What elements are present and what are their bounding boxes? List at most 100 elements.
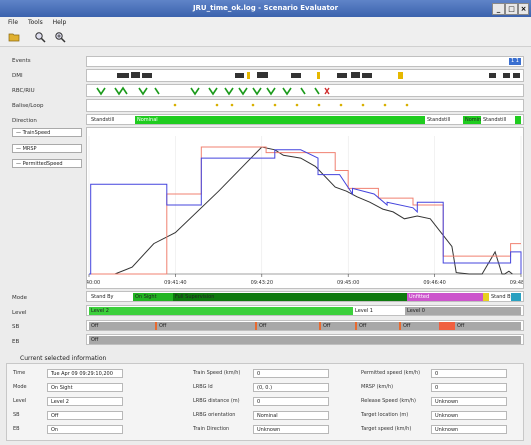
info-value-field[interactable]: Unknown — [431, 397, 507, 406]
close-button[interactable]: × — [518, 3, 529, 15]
info-label: SB — [13, 412, 20, 418]
row-label-level: Level — [12, 310, 27, 316]
series-mrsp — [89, 146, 521, 275]
rbc-event-icons — [96, 86, 330, 96]
direction-segment[interactable]: Nominal — [463, 116, 481, 124]
info-value-field[interactable]: Nominal — [253, 411, 329, 420]
mode-segment[interactable]: Stand By — [89, 293, 133, 301]
sb-segment[interactable]: Off — [255, 322, 315, 330]
info-label: LRBG orientation — [193, 412, 236, 418]
info-label: Release Speed (km/h) — [361, 398, 416, 404]
minimize-button[interactable]: _ — [492, 3, 505, 15]
balise-markers — [173, 103, 409, 107]
menu-bar: File Tools Help — [0, 17, 531, 28]
info-value-field[interactable]: On Sight — [47, 383, 123, 392]
sb-segment[interactable]: Off — [319, 322, 343, 330]
events-counter-button[interactable]: 1 1 — [509, 58, 521, 65]
speed-chart-panel: 09:40:00 09:41:40 09:43:20 09:45:00 09:46:40… — [78, 127, 531, 289]
row-label-sb: SB — [12, 324, 20, 330]
toolbar — [0, 28, 531, 47]
dmi-row — [86, 69, 524, 82]
direction-segment[interactable]: Standstill — [425, 116, 463, 124]
events-row: 1 1 — [86, 56, 524, 67]
sb-segment[interactable]: Off — [89, 322, 149, 330]
row-label-mode: Mode — [12, 295, 27, 301]
direction-segment-end[interactable] — [515, 116, 521, 124]
magnifier-icon[interactable] — [34, 31, 46, 43]
mode-segment-end[interactable] — [511, 293, 521, 301]
mode-segment[interactable]: Unfitted — [407, 293, 483, 301]
level-row: Level 2 Level 1 Level 0 — [86, 305, 524, 316]
mode-row: Stand By On Sight Full Supervision Unfit… — [86, 291, 524, 302]
direction-segment[interactable]: Nominal — [135, 116, 425, 124]
info-label: Permitted speed (km/h) — [361, 370, 421, 376]
info-label: Target location (m) — [361, 412, 409, 418]
info-value-field[interactable]: Tue Apr 09 09:29:10,200 — [47, 369, 123, 378]
info-label: Target speed (km/h) — [361, 426, 412, 432]
magnifier-plus-icon[interactable] — [54, 31, 66, 43]
mode-segment[interactable]: Stand By — [489, 293, 511, 301]
x-tick-label: 09:43:20 — [251, 280, 273, 286]
info-value-field[interactable]: 0 — [431, 369, 507, 378]
row-label-dmi: DMI — [12, 73, 23, 79]
menu-tools[interactable]: Tools — [28, 17, 43, 28]
info-title: Current selected information — [20, 355, 107, 362]
sb-segment[interactable]: Off — [155, 322, 215, 330]
info-value-field[interactable]: Unknown — [431, 425, 507, 434]
info-value-field[interactable]: On — [47, 425, 123, 434]
info-label: Time — [13, 370, 26, 376]
info-label: Train Speed (km/h) — [193, 370, 241, 376]
info-label: LRBG Id — [193, 384, 213, 390]
direction-row: Standstill Nominal Standstill Nominal St… — [86, 114, 524, 125]
window-title: JRU_time_ok.log - Scenario Evaluator — [192, 4, 339, 12]
sb-active-segment[interactable] — [439, 322, 455, 330]
x-tick-label: 09:48:20 — [510, 280, 523, 286]
sb-segment[interactable]: Off — [355, 322, 395, 330]
series-permittedspeed — [89, 149, 522, 275]
info-value-field[interactable]: Unknown — [431, 411, 507, 420]
balise-row — [86, 99, 524, 112]
x-tick-label: 09:41:40 — [164, 280, 186, 286]
series-trainspeed — [89, 146, 513, 275]
menu-file[interactable]: File — [8, 17, 18, 28]
level-segment[interactable]: Level 1 — [353, 307, 405, 315]
info-label: EB — [13, 426, 20, 432]
menu-help[interactable]: Help — [53, 17, 67, 28]
x-tick-label: 09:45:00 — [337, 280, 359, 286]
row-label-rbc: RBC/RIU — [12, 88, 35, 94]
sb-row: Off Off Off Off Off Off Off — [86, 320, 524, 331]
direction-segment[interactable]: Standstill — [481, 116, 515, 124]
info-label: Train Direction — [193, 426, 230, 432]
info-value-field[interactable]: 0 — [253, 369, 329, 378]
info-label: MRSP (km/h) — [361, 384, 394, 390]
info-value-field[interactable]: (0, 0.) — [253, 383, 329, 392]
legend-train-speed[interactable]: — TrainSpeed — [12, 128, 82, 137]
x-tick-label: 09:40:00 — [87, 280, 100, 286]
eb-row: Off — [86, 334, 524, 345]
sb-segment[interactable]: Off — [455, 322, 515, 330]
mode-segment[interactable]: Full Supervision — [173, 293, 407, 301]
info-panel: Time Tue Apr 09 09:29:10,200 Mode On Sight L… — [6, 363, 524, 441]
row-label-eb: EB — [12, 339, 20, 345]
mode-segment[interactable]: On Sight — [133, 293, 173, 301]
eb-segment[interactable]: Off — [89, 336, 521, 344]
speed-chart[interactable]: 09:40:00 09:41:40 09:43:20 09:45:00 09:46:40… — [78, 128, 531, 288]
x-tick-label: 09:46:40 — [423, 280, 445, 286]
sb-segment[interactable]: Off — [399, 322, 427, 330]
folder-open-icon[interactable] — [8, 31, 20, 43]
direction-segment[interactable]: Standstill — [89, 116, 135, 124]
legend-mrsp[interactable]: — MRSP — [12, 144, 82, 153]
level-segment[interactable]: Level 2 — [89, 307, 353, 315]
info-value-field[interactable]: Off — [47, 411, 123, 420]
info-value-field[interactable]: Unknown — [253, 425, 329, 434]
dmi-event-icons — [117, 72, 520, 79]
title-bar: JRU_time_ok.log - Scenario Evaluator _ □… — [0, 0, 531, 17]
info-value-field[interactable]: 0 — [253, 397, 329, 406]
level-segment[interactable]: Level 0 — [405, 307, 521, 315]
row-label-events: Events — [12, 58, 31, 64]
maximize-button[interactable]: □ — [505, 3, 518, 15]
info-label: Mode — [13, 384, 27, 390]
info-value-field[interactable]: Level 2 — [47, 397, 123, 406]
info-value-field[interactable]: 0 — [431, 383, 507, 392]
legend-permitted-speed[interactable]: — PermittedSpeed — [12, 159, 82, 168]
